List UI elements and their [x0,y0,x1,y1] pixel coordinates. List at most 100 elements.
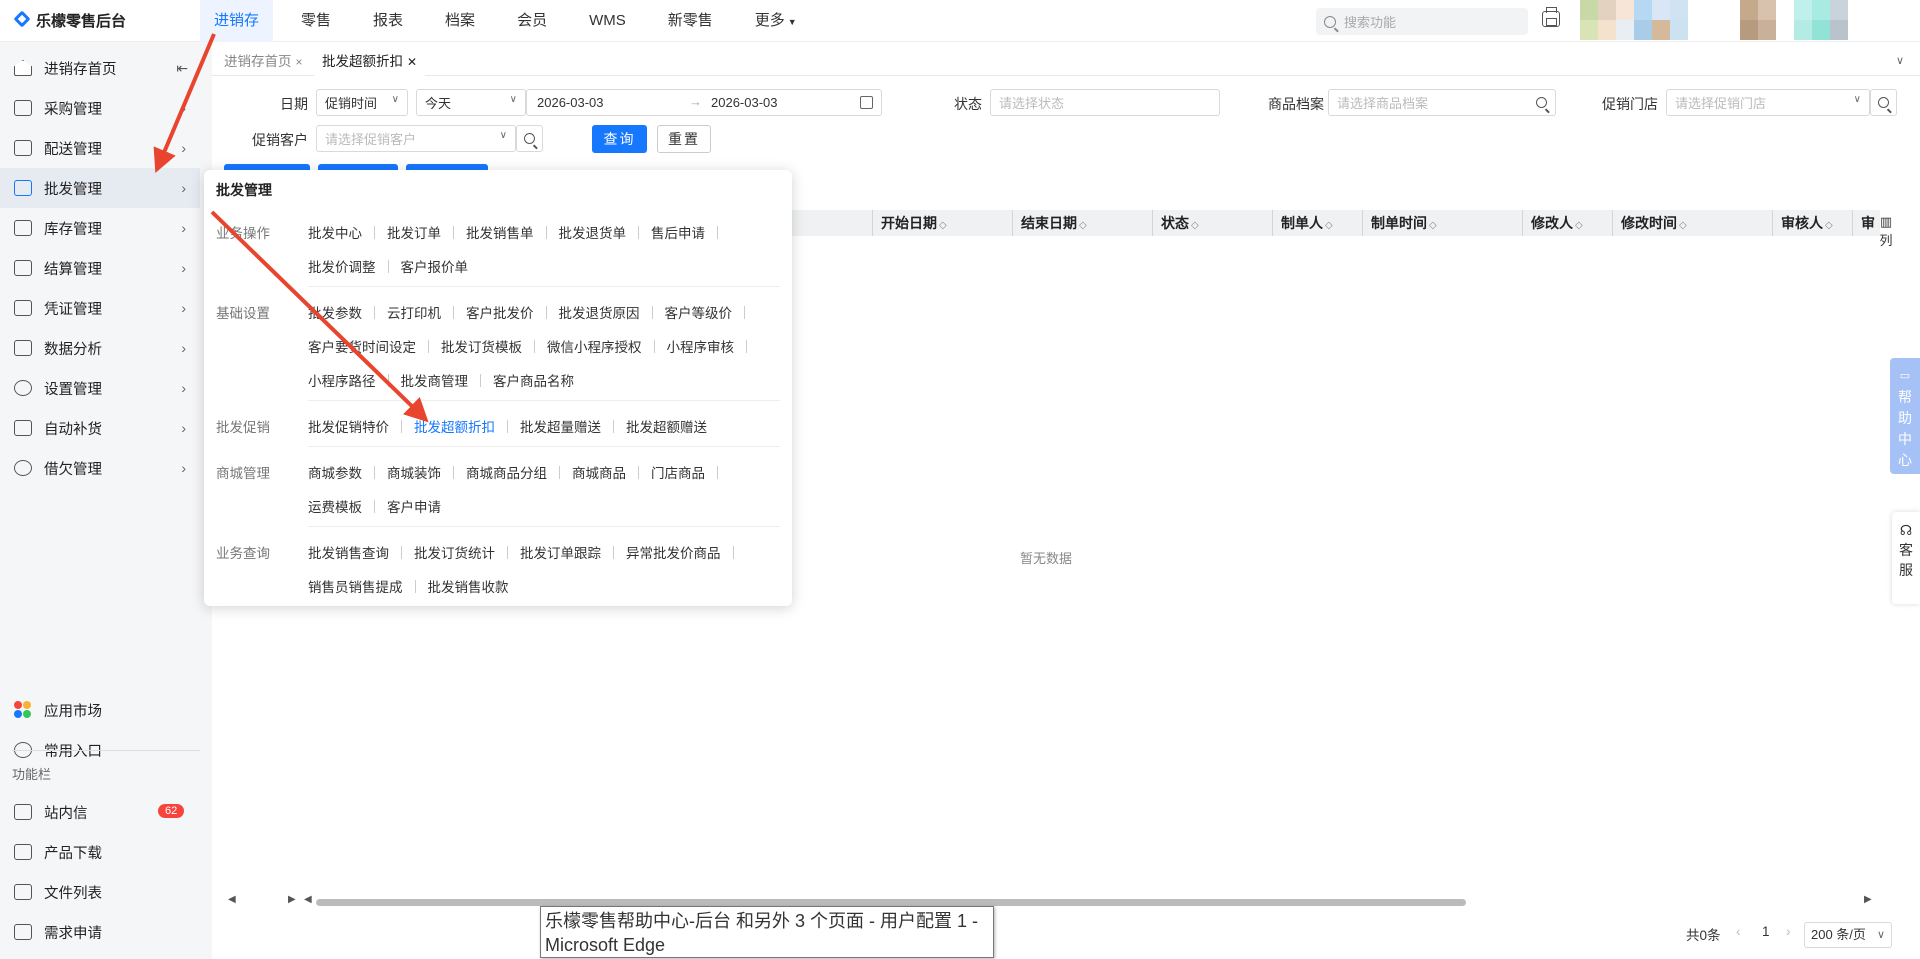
collapse-sidebar-icon[interactable]: ⇤ [176,60,188,77]
menu-sales-collection[interactable]: 批发销售收款 [428,576,509,596]
menu-cloud-printer[interactable]: 云打印机 [387,302,441,322]
menu-customer-product-name[interactable]: 客户商品名称 [493,370,574,390]
date-preset-select[interactable]: 今天 ∨ [416,89,526,116]
menu-customer-quote[interactable]: 客户报价单 [401,256,469,276]
printer-icon[interactable] [1542,7,1560,27]
column-header-modifier[interactable]: 修改人 ◇ [1522,210,1612,236]
sidebar-item-distribution[interactable]: 配送管理 › [0,128,200,168]
prev-page-icon[interactable]: ‹ [1736,924,1741,939]
column-header-creator[interactable]: 制单人 ◇ [1272,210,1362,236]
scroll-left-icon[interactable]: ◀ [304,894,312,905]
sidebar-item-requests[interactable]: 需求申请 [0,912,200,952]
menu-sales-query[interactable]: 批发销售查询 [308,542,389,562]
user-info-blurred[interactable] [1740,0,1848,40]
page-size-select[interactable]: 200 条/页 ∨ [1804,922,1892,948]
store-search-button[interactable] [1870,89,1897,116]
horizontal-scrollbar[interactable]: ◀ ▶ ◀ ▶ [226,894,1876,906]
menu-salesperson-commission[interactable]: 销售员销售提成 [308,576,403,596]
sidebar-item-analytics[interactable]: 数据分析 › [0,328,200,368]
scroll-right-icon[interactable]: ▶ [1864,894,1872,905]
sidebar-item-settlement[interactable]: 结算管理 › [0,248,200,288]
topnav-item-members[interactable]: 会员 [503,0,561,42]
customer-select[interactable]: 请选择促销客户 ∨ [316,125,516,152]
sidebar-item-stock[interactable]: 库存管理 › [0,208,200,248]
topnav-item-wms[interactable]: WMS [575,0,640,42]
menu-wholesaler-management[interactable]: 批发商管理 [401,370,469,390]
tab-inventory-home[interactable]: 进销存首页 × [216,48,311,76]
next-page-icon[interactable]: › [1786,924,1791,939]
menu-wechat-miniapp-auth[interactable]: 微信小程序授权 [547,336,642,356]
sidebar-item-purchase[interactable]: 采购管理 › [0,88,200,128]
menu-wholesale-params[interactable]: 批发参数 [308,302,362,322]
menu-return-reasons[interactable]: 批发退货原因 [559,302,640,322]
menu-promo-special-price[interactable]: 批发促销特价 [308,416,389,436]
menu-wholesale-sales-slip[interactable]: 批发销售单 [466,222,534,242]
topnav-item-reports[interactable]: 报表 [359,0,417,42]
menu-store-products[interactable]: 门店商品 [651,462,705,482]
menu-order-tracking[interactable]: 批发订单跟踪 [520,542,601,562]
user-avatar-blurred[interactable] [1580,0,1688,40]
sidebar-item-auto-replenish[interactable]: 自动补货 › [0,408,200,448]
topnav-item-more[interactable]: 更多 ▼ [741,0,811,42]
menu-order-template[interactable]: 批发订货模板 [441,336,522,356]
topnav-item-retail[interactable]: 零售 [287,0,345,42]
menu-excess-quantity-gift[interactable]: 批发超量赠送 [520,416,601,436]
menu-wholesale-order[interactable]: 批发订单 [387,222,441,242]
menu-customer-application[interactable]: 客户申请 [387,496,441,516]
column-header-start-date[interactable]: 开始日期 ◇ [872,210,1012,236]
sidebar-item-wholesale[interactable]: 批发管理 › [0,168,200,208]
topnav-item-archives[interactable]: 档案 [431,0,489,42]
sidebar-item-debt[interactable]: 借欠管理 › [0,448,200,488]
menu-mall-products[interactable]: 商城商品 [572,462,626,482]
topnav-item-inventory[interactable]: 进销存 [200,0,274,42]
column-header-reviewer[interactable]: 审核人 ◇ [1772,210,1852,236]
menu-shipping-template[interactable]: 运费模板 [308,496,362,516]
scroll-right-icon[interactable]: ▶ [288,894,296,905]
menu-miniapp-review[interactable]: 小程序审核 [667,336,735,356]
menu-excess-amount-discount[interactable]: 批发超额折扣 [414,416,495,436]
menu-mall-product-groups[interactable]: 商城商品分组 [466,462,547,482]
column-header-status[interactable]: 状态 ◇ [1152,210,1272,236]
menu-after-sales-request[interactable]: 售后申请 [651,222,705,242]
sidebar-item-file-list[interactable]: 文件列表 [0,872,200,912]
scroll-left-icon[interactable]: ◀ [228,894,236,905]
menu-wholesale-price-adjust[interactable]: 批发价调整 [308,256,376,276]
store-select[interactable]: 请选择促销门店 ∨ [1666,89,1870,116]
column-header-modified-time[interactable]: 修改时间 ◇ [1612,210,1772,236]
help-center-button[interactable]: ▭ 帮助中心 [1890,358,1920,474]
query-button[interactable]: 查询 [592,125,647,153]
menu-order-statistics[interactable]: 批发订货统计 [414,542,495,562]
tab-wholesale-discount[interactable]: 批发超额折扣 ✕ [314,48,426,76]
sidebar-item-inbox[interactable]: 站内信 62 [0,792,200,832]
column-header-end-date[interactable]: 结束日期 ◇ [1012,210,1152,236]
menu-mall-params[interactable]: 商城参数 [308,462,362,482]
sidebar-item-settings[interactable]: 设置管理 › [0,368,200,408]
topnav-item-new-retail[interactable]: 新零售 [654,0,727,42]
page-number[interactable]: 1 [1762,924,1770,939]
menu-wholesale-center[interactable]: 批发中心 [308,222,362,242]
menu-mall-decoration[interactable]: 商城装饰 [387,462,441,482]
menu-miniapp-path[interactable]: 小程序路径 [308,370,376,390]
close-icon[interactable]: ✕ [407,55,417,69]
product-select[interactable]: 请选择商品档案 [1328,89,1556,116]
column-settings-button[interactable]: ▥ 列 [1878,214,1894,249]
menu-abnormal-price-products[interactable]: 异常批发价商品 [626,542,721,562]
close-icon[interactable]: × [296,55,303,69]
column-header-review-partial[interactable]: 审 [1852,210,1880,236]
menu-customer-wholesale-price[interactable]: 客户批发价 [466,302,534,322]
app-logo[interactable]: 乐檬零售后台 [14,10,126,31]
customer-service-button[interactable]: ☊ 客服 [1892,512,1920,604]
search-icon[interactable] [1536,97,1547,108]
reset-button[interactable]: 重置 [657,125,711,153]
date-range-picker[interactable]: 2026-03-03 → 2026-03-03 [526,89,882,116]
sidebar-item-inventory-home[interactable]: 进销存首页 ⇤ [0,48,200,88]
date-type-select[interactable]: 促销时间 ∨ [316,89,408,116]
chevron-down-icon[interactable]: ∨ [1896,54,1904,67]
status-select[interactable]: 请选择状态 [990,89,1220,116]
menu-wholesale-return-slip[interactable]: 批发退货单 [559,222,627,242]
sidebar-item-app-market[interactable]: 应用市场 [0,690,200,730]
menu-customer-level-price[interactable]: 客户等级价 [665,302,733,322]
menu-customer-order-time[interactable]: 客户要货时间设定 [308,336,416,356]
menu-excess-amount-gift[interactable]: 批发超额赠送 [626,416,707,436]
column-header-created-time[interactable]: 制单时间 ◇ [1362,210,1522,236]
